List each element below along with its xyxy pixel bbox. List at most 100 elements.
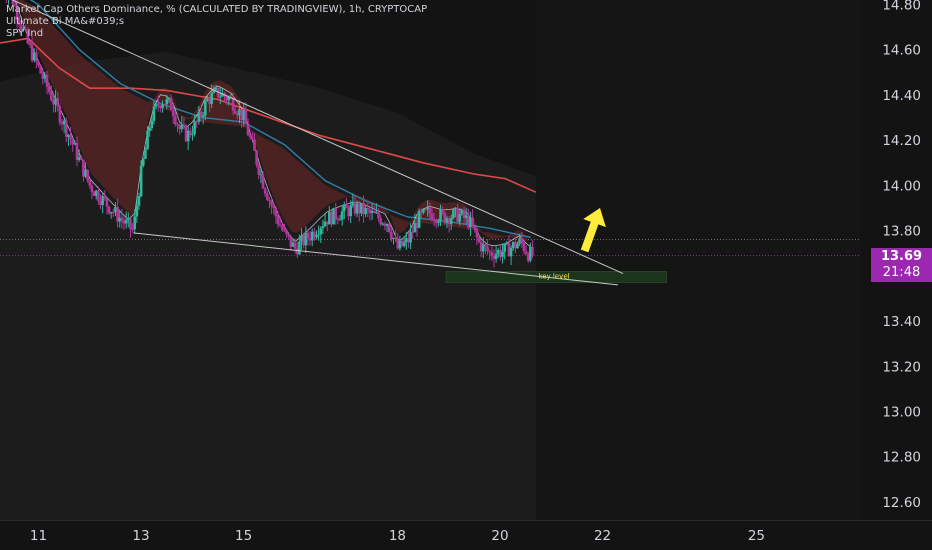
price-tick-label: 14.00 [882, 178, 921, 194]
price-tick-label: 13.80 [882, 224, 921, 240]
time-tick-label: 18 [389, 528, 406, 544]
candle-body [103, 195, 107, 199]
candle-body [287, 234, 290, 237]
candle-body [39, 65, 42, 74]
candle-body [276, 216, 280, 225]
candle-body [203, 100, 207, 116]
last-price-tag: 13.69 21:48 [871, 248, 932, 282]
candle-body [402, 242, 406, 246]
candle-body [244, 110, 248, 125]
price-tick-label: 14.40 [882, 88, 921, 104]
candle-body [58, 106, 62, 123]
candle-body [285, 230, 288, 235]
candle-body [321, 226, 325, 229]
candle-body [64, 120, 68, 137]
legend-title[interactable]: Market Cap Others Dominance, % (CALCULAT… [6, 4, 427, 16]
candle-body [191, 134, 194, 136]
candle-body [522, 243, 526, 252]
price-tick-label: 13.40 [882, 314, 921, 330]
legend-indicator-spy[interactable]: SPY Ind [6, 28, 427, 40]
axis-corner [870, 526, 896, 550]
candle-body [272, 205, 276, 209]
candle-body [148, 128, 151, 131]
candle-body [246, 124, 250, 136]
candle-body [280, 225, 284, 231]
candle-body [428, 207, 432, 214]
candle-body [334, 207, 338, 220]
candle-body [477, 237, 481, 243]
candle-body [193, 121, 196, 135]
candle-body [501, 251, 504, 257]
candle-body [251, 137, 254, 140]
candle-body [317, 234, 320, 236]
candle-body [306, 232, 310, 239]
candle-body [233, 110, 237, 114]
time-tick-label: 11 [30, 528, 47, 544]
candle-body [163, 104, 166, 106]
candle-body [255, 150, 258, 165]
candle-body [531, 246, 534, 256]
candle-body [484, 244, 487, 247]
candle-body [97, 190, 100, 202]
candle-body [390, 232, 393, 239]
candle-body [377, 212, 380, 219]
candle-body [156, 103, 160, 107]
candle-body [340, 211, 344, 220]
candle-body [458, 214, 462, 222]
candle-body [150, 120, 154, 129]
candle-body [201, 115, 205, 117]
candle-body [488, 251, 492, 253]
price-tick-label: 13.00 [882, 404, 921, 420]
candle-body [137, 196, 141, 206]
candle-body [503, 244, 506, 252]
price-tick-label: 13.20 [882, 359, 921, 375]
candle-body [268, 199, 271, 201]
candle-body [274, 208, 278, 217]
last-price-value: 13.69 [880, 249, 923, 264]
candle-body [56, 98, 60, 107]
candle-body [171, 110, 175, 117]
candle-body [379, 218, 382, 225]
candle-body [47, 86, 51, 93]
candle-body [174, 116, 177, 125]
candle-body [120, 217, 124, 221]
candle-body [28, 43, 32, 45]
candle-body [86, 169, 89, 181]
candle-body [248, 135, 252, 138]
candle-body [494, 253, 498, 259]
candle-body [261, 174, 265, 189]
candle-body [90, 185, 94, 193]
time-tick-label: 20 [491, 528, 508, 544]
candle-body [490, 252, 494, 257]
candle-body [146, 130, 149, 150]
candle-body [182, 124, 186, 126]
candle-body [441, 209, 444, 213]
candle-body [88, 180, 92, 186]
candle-body [210, 92, 214, 104]
candle-body [176, 124, 179, 126]
candle-body [133, 216, 137, 230]
candle-body [278, 224, 282, 226]
candle-body [475, 229, 479, 238]
chart-canvas[interactable]: key level 14.8014.6014.4014.2014.0013.80… [0, 0, 932, 550]
candle-body [338, 219, 342, 221]
candle-body [293, 242, 297, 249]
candle-body [473, 226, 477, 230]
candle-body [129, 218, 132, 230]
candle-body [152, 106, 156, 121]
candle-body [270, 200, 273, 206]
candle-body [253, 139, 256, 151]
candle-body [430, 213, 434, 221]
candle-body [165, 99, 169, 105]
price-tick-label: 14.20 [882, 133, 921, 149]
candle-body [45, 74, 49, 87]
candle-body [144, 149, 147, 159]
bar-countdown: 21:48 [882, 265, 921, 280]
legend-indicator-ma[interactable]: Ultimate Bi MA&#039;s [6, 16, 427, 28]
candle-body [266, 193, 269, 200]
price-tick-label: 12.80 [882, 450, 921, 466]
candle-body [169, 98, 173, 111]
candle-body [387, 224, 391, 233]
candle-body [315, 235, 318, 238]
time-tick-label: 22 [594, 528, 611, 544]
